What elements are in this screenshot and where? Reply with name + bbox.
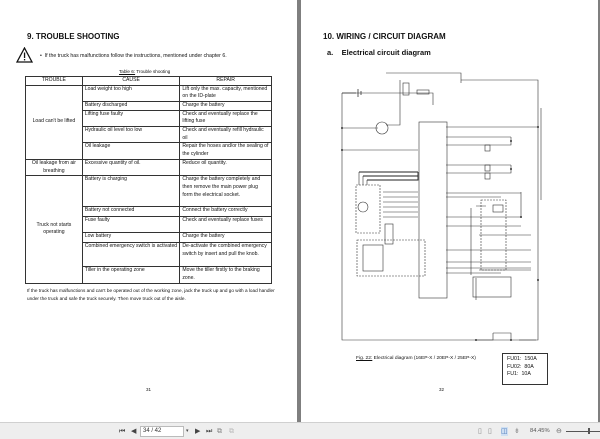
table-row: Truck not starts operating Battery is cha… — [25, 175, 272, 284]
warning-triangle-icon — [16, 47, 33, 63]
page-dropdown-chevron-icon[interactable]: ▾ — [186, 427, 189, 436]
table-row: Load can't be lifted Load weight too high… — [25, 84, 272, 160]
repair-cell: Check and eventually replace the lifting… — [179, 109, 272, 128]
last-page-icon[interactable]: ⏭ — [206, 427, 212, 436]
table-row: Oil leakage from air breathing Excessive … — [25, 158, 272, 177]
zoom-level[interactable]: 84.45% — [530, 427, 550, 436]
header-repair: REPAIR — [179, 76, 272, 86]
page-number: 31 — [146, 387, 152, 392]
connector-block — [472, 276, 512, 298]
electrical-circuit-diagram — [341, 72, 542, 341]
paste-icon[interactable]: ⧉ — [229, 427, 234, 436]
repair-cell: Lift only the max. capacity, mentioned o… — [179, 84, 272, 102]
fuse-table: FU01: 150A FU02: 80A FU1: 10A — [502, 353, 548, 385]
table-caption: Table 6: Trouble shooting — [119, 69, 171, 74]
fuse-row: FU01: 150A — [507, 356, 537, 362]
repair-cell: Move the tiller firstly to the braking z… — [179, 266, 272, 284]
trouble-cell: Truck not starts operating — [25, 175, 83, 284]
cause-cell: Oil leakage — [81, 142, 181, 160]
page-32: 10. WIRING / CIRCUIT DIAGRAM a. Electric… — [301, 0, 598, 422]
pump-motor-symbol — [357, 201, 369, 213]
table-header: TROUBLE CAUSE REPAIR — [25, 76, 272, 86]
zoom-slider-thumb[interactable] — [588, 428, 590, 434]
repair-cell: Charge the battery completely and then r… — [179, 175, 272, 208]
trouble-cell: Oil leakage from air breathing — [25, 158, 83, 177]
cause-cell: Battery discharged — [81, 100, 181, 111]
scroll-view-icon[interactable]: ⇟ — [514, 427, 520, 436]
cause-cell: Combined emergency switch is activated — [81, 242, 181, 268]
wiring-lines — [341, 72, 542, 341]
single-page-view-icon[interactable]: ▯ — [478, 427, 482, 436]
repair-cell: Charge the battery — [179, 100, 272, 111]
cause-cell: Load weight too high — [81, 84, 181, 102]
previous-page-icon[interactable]: ◀ — [131, 427, 136, 436]
viewer-toolbar: ⏮ ◀ 34 / 42 ▾ ▶ ⏭ ⧉ ⧉ ▯ ▯ ◫ ⇟ 84.45% ⊖ — [0, 422, 600, 439]
first-page-icon[interactable]: ⏮ — [119, 427, 125, 436]
repair-cell: Connect the battery correctly — [179, 206, 272, 218]
cause-cell: Tiller in the operating zone — [81, 266, 181, 284]
zoom-slider[interactable] — [566, 431, 600, 432]
fuse-row: FU02: 80A — [507, 363, 534, 370]
continuous-view-icon[interactable]: ▯ — [488, 427, 492, 436]
repair-cell: Check and eventually replace fuses — [179, 216, 272, 234]
cause-cell: Fuse faulty — [81, 216, 181, 234]
page-number-input[interactable]: 34 / 42 — [140, 426, 184, 437]
cause-cell: Low battery — [81, 232, 181, 244]
cause-cell: Battery is charging — [81, 175, 181, 208]
footer-note: If the truck has malfunctions and can't … — [27, 288, 275, 301]
header-cause: CAUSE — [81, 76, 181, 86]
section-title: 9. TROUBLE SHOOTING — [27, 32, 120, 41]
header-trouble: TROUBLE — [25, 76, 83, 86]
cause-cell: Battery not connected — [81, 206, 181, 218]
page-31: 9. TROUBLE SHOOTING • If the truck has m… — [0, 0, 297, 422]
zoom-out-icon[interactable]: ⊖ — [556, 427, 562, 436]
cause-cell: Hydraulic oil level too low — [81, 126, 181, 144]
repair-cell: Repair the hoses and/or the sealing of t… — [179, 142, 272, 160]
page-number: 32 — [439, 387, 445, 392]
copy-icon[interactable]: ⧉ — [217, 427, 222, 436]
controller-box — [418, 121, 448, 299]
next-page-icon[interactable]: ▶ — [195, 427, 200, 436]
repair-cell: De-activate the combined emergency switc… — [179, 242, 272, 268]
two-page-view-icon[interactable]: ◫ — [501, 427, 508, 436]
warning-bullet: • If the truck has malfunctions follow t… — [40, 53, 227, 59]
fuse-row: FU1: 10A — [507, 371, 531, 378]
trouble-shooting-table: TROUBLE CAUSE REPAIR Load can't be lifte… — [25, 76, 272, 284]
repair-cell: Charge the battery — [179, 232, 272, 244]
trouble-cell: Load can't be lifted — [25, 84, 83, 160]
repair-cell: Check and eventually refill hydraulic oi… — [179, 126, 272, 144]
cause-cell: Lifting fuse faulty — [81, 109, 181, 128]
cause-cell: Excessive quantity of oil. — [81, 158, 181, 177]
figure-caption: Fig. 22: Electrical diagram (16EP-X / 20… — [356, 356, 476, 361]
repair-cell: Reduce oil quantity. — [179, 158, 272, 177]
